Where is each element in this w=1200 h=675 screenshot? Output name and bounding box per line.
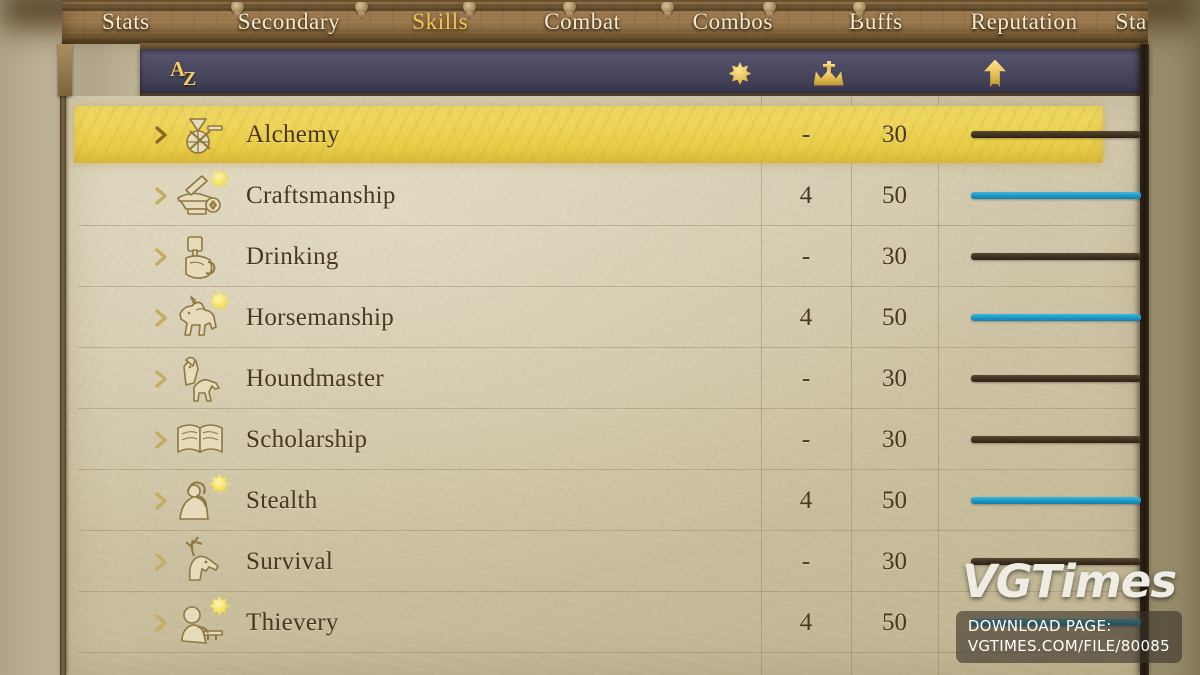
skill-row-drinking[interactable]: Drinking - 30 (66, 226, 1142, 287)
row-selection-highlight (74, 106, 1103, 163)
skill-perks-value: - (801, 547, 811, 575)
skill-progress-bar (971, 497, 1141, 504)
skill-level-value: 30 (882, 547, 907, 575)
skill-name: Thievery (246, 608, 339, 636)
skill-perks-value: 4 (799, 303, 813, 331)
expand-chevron-icon[interactable] (154, 247, 170, 267)
skill-row-survival[interactable]: Survival - 30 (66, 531, 1142, 592)
deer-icon (172, 535, 228, 588)
tab-combat[interactable]: Combat (530, 2, 634, 41)
column-header-level[interactable] (785, 49, 872, 98)
skill-row-horsemanship[interactable]: Horsemanship 4 50 (66, 287, 1142, 348)
skill-row-scholarship[interactable]: Scholarship - 30 (66, 409, 1142, 470)
hound-icon (172, 353, 228, 405)
skills-panel: Alchemy - 30 Craftsmanship 4 50 Drinking - 30 Hor… (66, 96, 1142, 675)
skill-level-value: 30 (882, 425, 907, 453)
skill-name: Alchemy (246, 120, 340, 148)
alembic-icon (172, 109, 228, 161)
expand-chevron-icon[interactable] (154, 430, 170, 450)
skill-level-value: 30 (882, 120, 907, 148)
tab-combos[interactable]: Combos (679, 2, 787, 41)
row-separator (78, 652, 1136, 653)
skill-name: Scholarship (246, 425, 368, 453)
column-header-progress[interactable] (905, 49, 1085, 98)
column-header-bar: A Z (140, 43, 1148, 98)
skill-progress-bar (971, 253, 1141, 260)
expand-chevron-icon[interactable] (154, 125, 170, 145)
expand-chevron-icon[interactable] (154, 613, 170, 633)
skill-name: Drinking (246, 242, 339, 270)
horse-icon (172, 290, 230, 344)
skill-perks-value: - (801, 425, 811, 453)
crown-icon (813, 60, 844, 87)
sort-alphabetical-icon: A Z (169, 57, 211, 91)
skill-row-thievery[interactable]: Thievery 4 50 (66, 592, 1142, 653)
star-icon (728, 62, 752, 85)
column-header-sort-az[interactable]: A Z (160, 49, 220, 98)
tab-bar: Stats Secondary Skills Combat Combos Buffs Rep… (62, 0, 1148, 44)
book-icon (172, 414, 228, 466)
lockpick-icon (172, 595, 230, 649)
skill-row-stealth[interactable]: Stealth 4 50 (66, 470, 1142, 531)
skill-progress-bar (971, 619, 1141, 626)
tab-secondary[interactable]: Secondary (224, 2, 354, 41)
skill-perks-value: - (801, 364, 811, 392)
skill-level-value: 50 (882, 303, 907, 331)
skill-perks-value: 4 (799, 608, 813, 636)
skill-perks-value: - (801, 242, 811, 270)
sort-letter-z: Z (183, 67, 197, 90)
expand-chevron-icon[interactable] (154, 369, 170, 389)
column-header-perks[interactable] (695, 49, 785, 98)
skill-name: Stealth (246, 486, 318, 514)
skill-progress-bar (971, 436, 1141, 443)
tankard-icon (172, 231, 228, 283)
skill-level-value: 30 (882, 364, 907, 392)
skill-name: Houndmaster (246, 364, 384, 392)
expand-chevron-icon[interactable] (154, 552, 170, 572)
skill-level-value: 50 (882, 486, 907, 514)
expand-chevron-icon[interactable] (154, 308, 170, 328)
skill-name: Survival (246, 547, 334, 575)
anvil-icon (172, 168, 230, 222)
game-screen: Stats Secondary Skills Combat Combos Buffs Rep… (0, 0, 1200, 675)
skill-perks-value: 4 (799, 486, 813, 514)
crouching-icon (172, 473, 230, 527)
skill-progress-bar (971, 314, 1141, 321)
tab-buffs[interactable]: Buffs (835, 2, 917, 41)
skill-name: Craftsmanship (246, 181, 396, 209)
skill-level-value: 30 (882, 242, 907, 270)
skill-level-value: 50 (882, 608, 907, 636)
expand-chevron-icon[interactable] (154, 186, 170, 206)
skill-progress-bar (971, 192, 1141, 199)
tab-statistics[interactable]: Statistics (1102, 2, 1148, 41)
skill-progress-bar (971, 131, 1141, 138)
skill-row-craftsmanship[interactable]: Craftsmanship 4 50 (66, 165, 1142, 226)
skill-perks-value: - (801, 120, 811, 148)
tab-reputation[interactable]: Reputation (957, 2, 1092, 41)
skill-name: Horsemanship (246, 303, 395, 331)
expand-chevron-icon[interactable] (154, 491, 170, 511)
panel-frame-corner (58, 44, 72, 96)
skill-progress-bar (971, 375, 1141, 382)
skill-perks-value: 4 (799, 181, 813, 209)
skill-row-alchemy[interactable]: Alchemy - 30 (66, 104, 1142, 165)
tab-skills[interactable]: Skills (398, 2, 482, 41)
skill-row-houndmaster[interactable]: Houndmaster - 30 (66, 348, 1142, 409)
skill-progress-bar (971, 558, 1141, 565)
up-arrow-icon (984, 59, 1006, 88)
tab-stats[interactable]: Stats (88, 2, 164, 41)
skill-level-value: 50 (882, 181, 907, 209)
